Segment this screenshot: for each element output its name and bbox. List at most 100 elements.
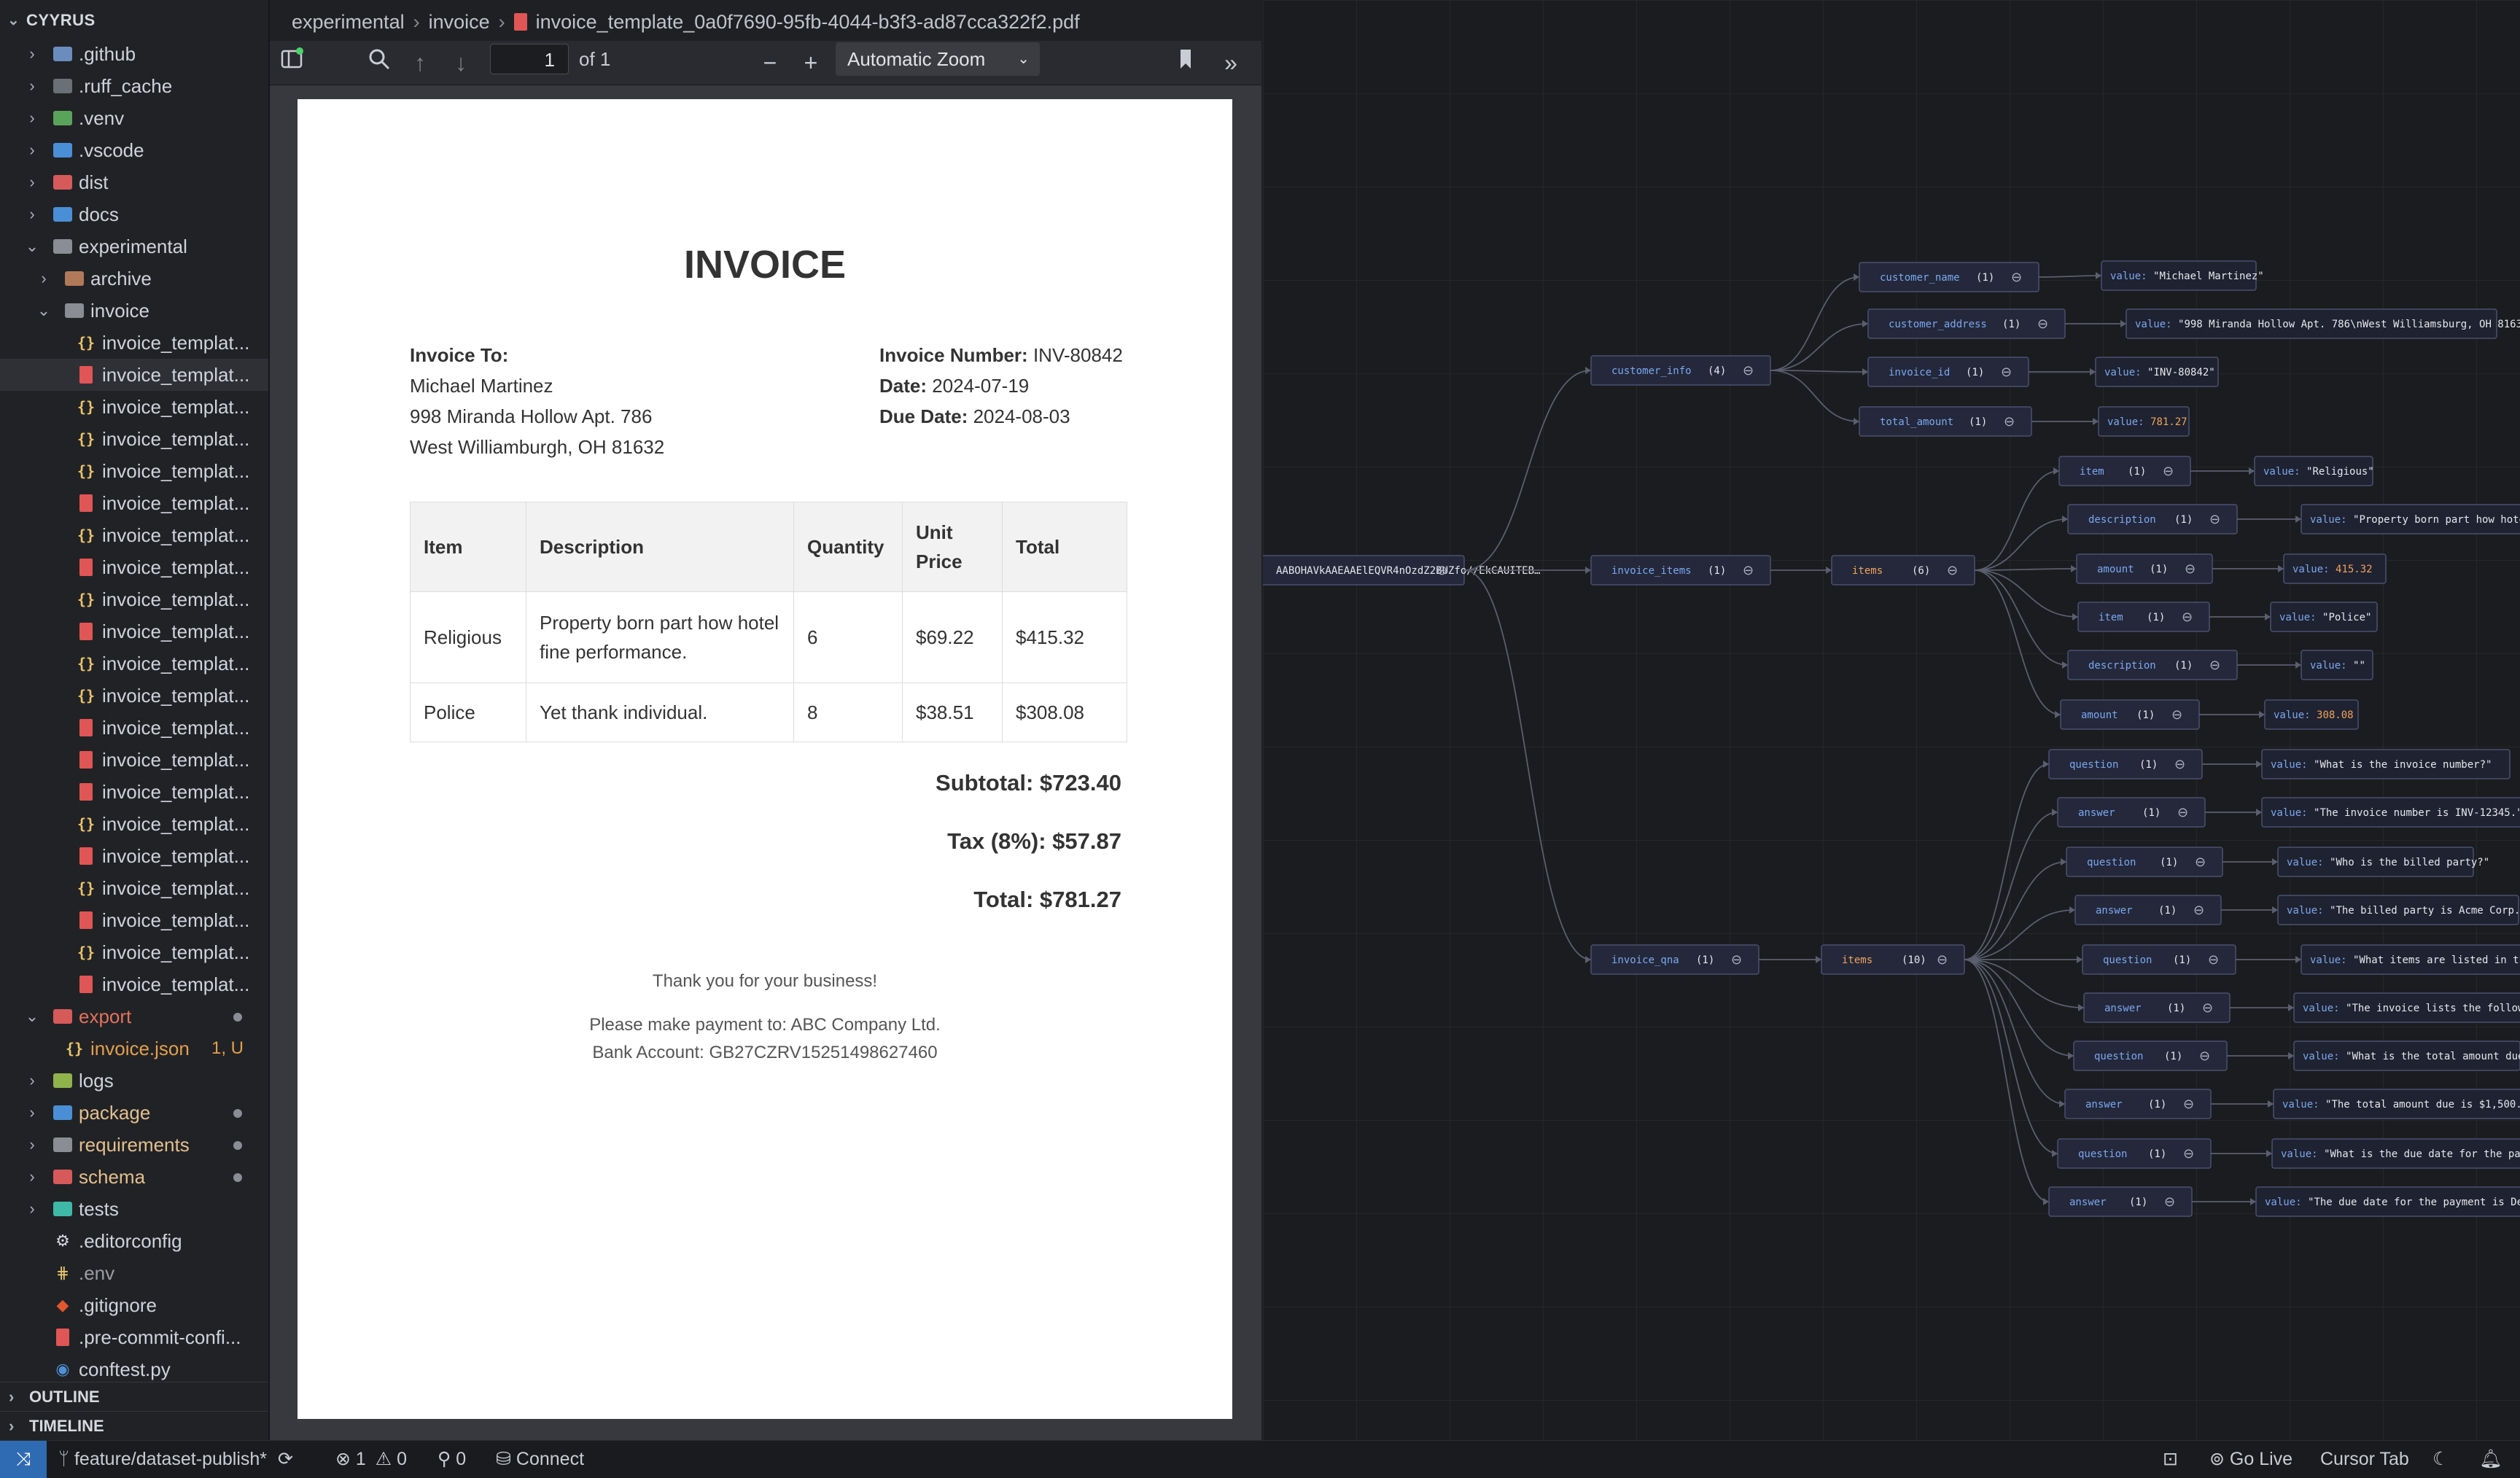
value-node[interactable]: value: "998 Miranda Hollow Apt. 786\nWes…: [2126, 308, 2520, 339]
qna-field-node[interactable]: question (1) ⊖: [2082, 944, 2236, 975]
value-node[interactable]: value: "The billed party is Acme Corp.": [2277, 895, 2520, 925]
qna-field-node[interactable]: question (1) ⊖: [2066, 847, 2223, 877]
value-node[interactable]: value: "The invoice lists the following …: [2293, 992, 2520, 1023]
folder-item[interactable]: › docs: [0, 198, 268, 230]
items-array-node[interactable]: items (10) ⊖: [1821, 944, 1965, 975]
file-item[interactable]: {} invoice_templat...: [0, 519, 268, 551]
customer-field-node[interactable]: total_amount (1) ⊖: [1859, 406, 2032, 437]
folder-item[interactable]: › archive: [0, 262, 268, 295]
go-live-button[interactable]: ⊚ Go Live: [2209, 1441, 2292, 1478]
explorer-root-header[interactable]: ⌄ CYYRUS: [0, 0, 268, 41]
folder-item[interactable]: › .venv: [0, 102, 268, 134]
value-node[interactable]: value: "The total amount due is $1,500.0…: [2273, 1089, 2520, 1119]
folder-item[interactable]: › logs: [0, 1065, 268, 1097]
file-item[interactable]: {} invoice_templat...: [0, 327, 268, 359]
folder-item[interactable]: › .vscode: [0, 134, 268, 166]
tools-menu-button[interactable]: »: [1215, 47, 1247, 79]
value-node[interactable]: value: "Who is the billed party?": [2277, 847, 2489, 877]
file-item[interactable]: {} invoice_templat...: [0, 872, 268, 904]
file-item[interactable]: ◉ conftest.py: [0, 1353, 268, 1385]
value-node[interactable]: value: "Police": [2270, 602, 2378, 632]
file-item[interactable]: invoice_templat...: [0, 487, 268, 519]
qna-field-node[interactable]: answer (1) ⊖: [2064, 1089, 2212, 1119]
terminal-button[interactable]: ⊡: [2163, 1441, 2178, 1478]
value-node[interactable]: value: "What is the invoice number?": [2261, 749, 2511, 779]
value-node[interactable]: value: "Michael Martinez": [2101, 260, 2264, 291]
items-array-node[interactable]: items (6) ⊖: [1831, 555, 1975, 586]
item-field-node[interactable]: item (1) ⊖: [2058, 456, 2191, 486]
qna-field-node[interactable]: answer (1) ⊖: [2074, 895, 2222, 925]
json-graph-canvas[interactable]: AABOHAVkAAEAAElEQVR4nOzdZ2BUZfo//EkCAUIT…: [1263, 0, 2520, 1440]
file-item[interactable]: {} invoice.json 1, U: [0, 1032, 268, 1065]
file-item[interactable]: {} invoice_templat...: [0, 647, 268, 680]
invoice-items-node[interactable]: invoice_items (1) ⊖: [1590, 555, 1771, 586]
file-item[interactable]: {} invoice_templat...: [0, 936, 268, 968]
cursor-tab-button[interactable]: Cursor Tab: [2320, 1441, 2409, 1478]
bookmark-button[interactable]: [1171, 47, 1200, 79]
customer-field-node[interactable]: customer_name (1) ⊖: [1859, 262, 2039, 292]
breadcrumb-item[interactable]: experimental: [292, 11, 405, 33]
file-item[interactable]: {} invoice_templat...: [0, 680, 268, 712]
file-item[interactable]: {} invoice_templat...: [0, 583, 268, 615]
remote-button[interactable]: ⤨: [0, 1441, 47, 1478]
branch-indicator[interactable]: ᛘ feature/dataset-publish* ⟳: [58, 1441, 293, 1478]
file-item[interactable]: ◆ .gitignore: [0, 1289, 268, 1321]
folder-item[interactable]: ⌄ export: [0, 1000, 268, 1032]
file-item[interactable]: invoice_templat...: [0, 776, 268, 808]
zoom-out-button[interactable]: −: [754, 47, 786, 79]
item-field-node[interactable]: amount (1) ⊖: [2076, 553, 2213, 584]
value-node[interactable]: value: "What is the due date for the pay…: [2271, 1138, 2520, 1169]
file-item[interactable]: {} invoice_templat...: [0, 455, 268, 487]
value-node[interactable]: value: 308.08: [2264, 699, 2359, 730]
customer-field-node[interactable]: customer_address (1) ⊖: [1867, 308, 2066, 339]
file-item[interactable]: {} invoice_templat...: [0, 391, 268, 423]
value-node[interactable]: value: "The due date for the payment is …: [2255, 1186, 2520, 1217]
value-node[interactable]: value: "Property born part how hotel fi: [2301, 504, 2520, 534]
connect-button[interactable]: ⛁ Connect: [496, 1441, 584, 1478]
search-button[interactable]: [363, 47, 395, 79]
previous-page-button[interactable]: ↑: [404, 47, 436, 79]
file-item[interactable]: invoice_templat...: [0, 712, 268, 744]
file-item[interactable]: invoice_templat...: [0, 359, 268, 391]
invoice-qna-node[interactable]: invoice_qna (1) ⊖: [1590, 944, 1759, 975]
customer-info-node[interactable]: customer_info (4) ⊖: [1590, 355, 1771, 386]
moon-icon[interactable]: ☾: [2432, 1441, 2449, 1478]
file-item[interactable]: invoice_templat...: [0, 551, 268, 583]
breadcrumb-item[interactable]: invoice: [429, 11, 490, 33]
next-page-button[interactable]: ↓: [445, 47, 477, 79]
value-node[interactable]: value: 781.27: [2098, 406, 2190, 437]
zoom-in-button[interactable]: +: [795, 47, 827, 79]
folder-item[interactable]: › schema: [0, 1161, 268, 1193]
timeline-section[interactable]: › TIMELINE: [0, 1411, 268, 1441]
folder-item[interactable]: › tests: [0, 1193, 268, 1225]
sidebar-toggle-button[interactable]: [276, 47, 308, 79]
value-node[interactable]: value: "Religious": [2254, 456, 2374, 486]
file-item[interactable]: ⚙ .editorconfig: [0, 1225, 268, 1257]
folder-item[interactable]: › .ruff_cache: [0, 70, 268, 102]
folder-item[interactable]: › package: [0, 1097, 268, 1129]
value-node[interactable]: value: "The invoice number is INV-12345.…: [2261, 797, 2520, 828]
file-item[interactable]: invoice_templat...: [0, 840, 268, 872]
file-item[interactable]: {} invoice_templat...: [0, 808, 268, 840]
item-field-node[interactable]: item (1) ⊖: [2077, 602, 2210, 632]
file-item[interactable]: invoice_templat...: [0, 615, 268, 647]
qna-field-node[interactable]: question (1) ⊖: [2048, 749, 2203, 779]
qna-field-node[interactable]: answer (1) ⊖: [2057, 797, 2206, 828]
page-number-input[interactable]: 1: [490, 44, 569, 74]
folder-item[interactable]: › requirements: [0, 1129, 268, 1161]
breadcrumb-file[interactable]: invoice_template_0a0f7690-95fb-4044-b3f3…: [536, 11, 1080, 33]
ports-indicator[interactable]: ⚲ 0: [438, 1441, 466, 1478]
folder-item[interactable]: › dist: [0, 166, 268, 198]
file-item[interactable]: invoice_templat...: [0, 904, 268, 936]
value-node[interactable]: value: 415.32: [2283, 553, 2387, 584]
problems-indicator[interactable]: ⊗ 1 ⚠ 0: [335, 1441, 407, 1478]
item-field-node[interactable]: amount (1) ⊖: [2060, 699, 2200, 730]
value-node[interactable]: value: "": [2301, 650, 2373, 680]
folder-item[interactable]: ⌄ experimental: [0, 230, 268, 262]
value-node[interactable]: value: "INV-80842": [2095, 357, 2219, 387]
item-field-node[interactable]: description (1) ⊖: [2067, 504, 2238, 534]
qna-field-node[interactable]: answer (1) ⊖: [2048, 1186, 2193, 1217]
folder-item[interactable]: › .github: [0, 38, 268, 70]
file-item[interactable]: ⋕ .env: [0, 1257, 268, 1289]
file-item[interactable]: .pre-commit-confi...: [0, 1321, 268, 1353]
